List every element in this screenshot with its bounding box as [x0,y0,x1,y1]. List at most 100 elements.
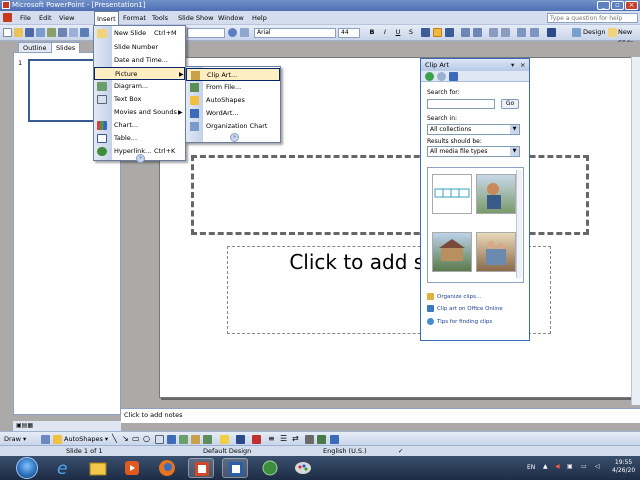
design-icon[interactable] [572,28,581,37]
restore-button[interactable]: ▫ [611,1,624,10]
indent-icon[interactable] [517,28,526,37]
menu-item-slide-number[interactable]: Slide Number [94,41,185,54]
autoshapes-icon[interactable] [53,435,62,444]
select-objects-icon[interactable] [41,435,50,444]
3d-style-icon[interactable] [317,435,326,444]
text-box-icon[interactable] [155,435,164,444]
results-scrollbar[interactable] [516,170,522,278]
clock[interactable]: 19:55 4/26/20 [612,459,635,475]
menu-view[interactable]: View [57,11,76,25]
powerpoint-app-icon[interactable] [2,1,10,9]
forward-icon[interactable] [437,72,446,81]
diagram-icon[interactable] [179,435,188,444]
toolbar-options-icon[interactable] [240,28,249,37]
line-color-icon[interactable] [236,435,245,444]
open-icon[interactable] [14,28,23,37]
menu-item-table[interactable]: Table... [94,132,185,145]
vertical-scrollbar[interactable] [631,57,640,405]
new-slide-icon[interactable] [608,28,617,37]
show-hidden-icons-icon[interactable]: ▲ [543,463,548,470]
menu-item-clip-art[interactable]: Clip Art... [186,68,280,81]
print-preview-icon[interactable] [69,28,78,37]
close-button[interactable]: × [625,1,638,10]
font-color-draw-icon[interactable] [252,435,261,444]
task-pane-menu-icon[interactable]: ▾ [511,59,514,71]
picture-icon[interactable] [203,435,212,444]
menu-item-date-time[interactable]: Date and Time... [94,54,185,67]
word-taskbar-icon[interactable] [222,458,248,478]
new-slide-button[interactable]: New Slide [618,27,640,47]
ie-taskbar-icon[interactable]: e [50,458,76,479]
font-size-box[interactable]: 44 [338,28,360,38]
view-buttons[interactable]: ▣▤▦ [13,421,121,431]
tips-link[interactable]: Tips for finding clips [427,318,492,325]
decrease-font-icon[interactable] [501,28,510,37]
notes-pane[interactable]: Click to add notes [121,408,640,423]
email-icon[interactable] [47,28,56,37]
document-icon[interactable] [3,13,12,22]
explorer-taskbar-icon[interactable] [85,458,111,478]
shadow-button[interactable]: S [406,27,416,38]
expand-menu-icon[interactable]: » [136,154,145,163]
network-icon[interactable]: ▣ [567,463,573,470]
help-search-input[interactable]: Type a question for help [547,13,638,23]
back-icon[interactable] [425,72,434,81]
media-player-taskbar-icon[interactable] [119,458,145,478]
toolbar-more-icon[interactable] [330,435,339,444]
underline-button[interactable]: U [393,27,403,38]
permission-icon[interactable] [36,28,45,37]
menu-edit[interactable]: Edit [37,11,54,25]
font-color-icon[interactable] [547,28,556,37]
menu-item-text-box[interactable]: Text Box [94,93,185,106]
office-online-link[interactable]: Clip art on Office Online [427,305,503,312]
align-center-icon[interactable] [433,28,442,37]
rectangle-icon[interactable]: ▭ [132,432,140,446]
arrow-icon[interactable]: ↘ [122,432,129,446]
clip-search-input[interactable] [427,99,495,109]
menu-item-new-slide[interactable]: New Slide Ctrl+M [94,27,185,40]
task-pane-close-icon[interactable]: × [520,59,525,71]
wordart-icon[interactable] [167,435,176,444]
arrow-style-icon[interactable]: ⇄ [292,432,299,446]
minimize-button[interactable]: _ [597,1,610,10]
clip-thumbnail[interactable] [432,174,472,214]
menu-format[interactable]: Format [121,11,148,25]
menu-window[interactable]: Window [216,11,246,25]
fill-color-icon[interactable] [220,435,229,444]
menu-item-from-file[interactable]: From File... [186,81,280,94]
menu-item-diagram[interactable]: Diagram... [94,80,185,93]
results-type-select[interactable]: All media file types ▼ [427,146,520,157]
menu-item-chart[interactable]: Chart... [94,119,185,132]
menu-item-organization-chart[interactable]: Organization Chart [186,120,280,133]
clip-art-icon[interactable] [191,435,200,444]
save-icon[interactable] [25,28,34,37]
align-left-icon[interactable] [421,28,430,37]
flag-icon[interactable]: ◀ [555,463,560,470]
clip-thumbnail[interactable] [476,174,516,214]
menu-item-wordart[interactable]: WordArt... [186,107,280,120]
start-button[interactable] [16,457,38,479]
expand-menu-icon[interactable]: » [230,133,239,142]
zoom-box[interactable] [187,28,225,38]
draw-menu-button[interactable]: Draw ▾ [4,432,26,446]
tab-slides[interactable]: Slides [51,42,81,53]
menu-tools[interactable]: Tools [150,11,170,25]
language-indicator[interactable]: EN [527,464,535,471]
line-style-icon[interactable]: ≡ [268,432,275,446]
menu-insert[interactable]: Insert [94,11,119,25]
normal-view-icon[interactable]: ▣▤▦ [16,422,33,429]
print-icon[interactable] [58,28,67,37]
italic-button[interactable]: I [380,27,390,38]
line-icon[interactable]: ╲ [112,432,117,446]
menu-help[interactable]: Help [250,11,269,25]
dash-style-icon[interactable]: ☰ [280,432,287,446]
paint-taskbar-icon[interactable] [290,458,316,478]
firefox-taskbar-icon[interactable] [154,458,180,478]
menu-slide-show[interactable]: Slide Show [176,11,215,25]
search-in-select[interactable]: All collections ▼ [427,124,520,135]
clip-thumbnail[interactable] [476,232,516,272]
increase-font-icon[interactable] [489,28,498,37]
network-taskbar-icon[interactable] [257,458,283,478]
new-icon[interactable] [3,28,12,37]
outdent-icon[interactable] [530,28,539,37]
